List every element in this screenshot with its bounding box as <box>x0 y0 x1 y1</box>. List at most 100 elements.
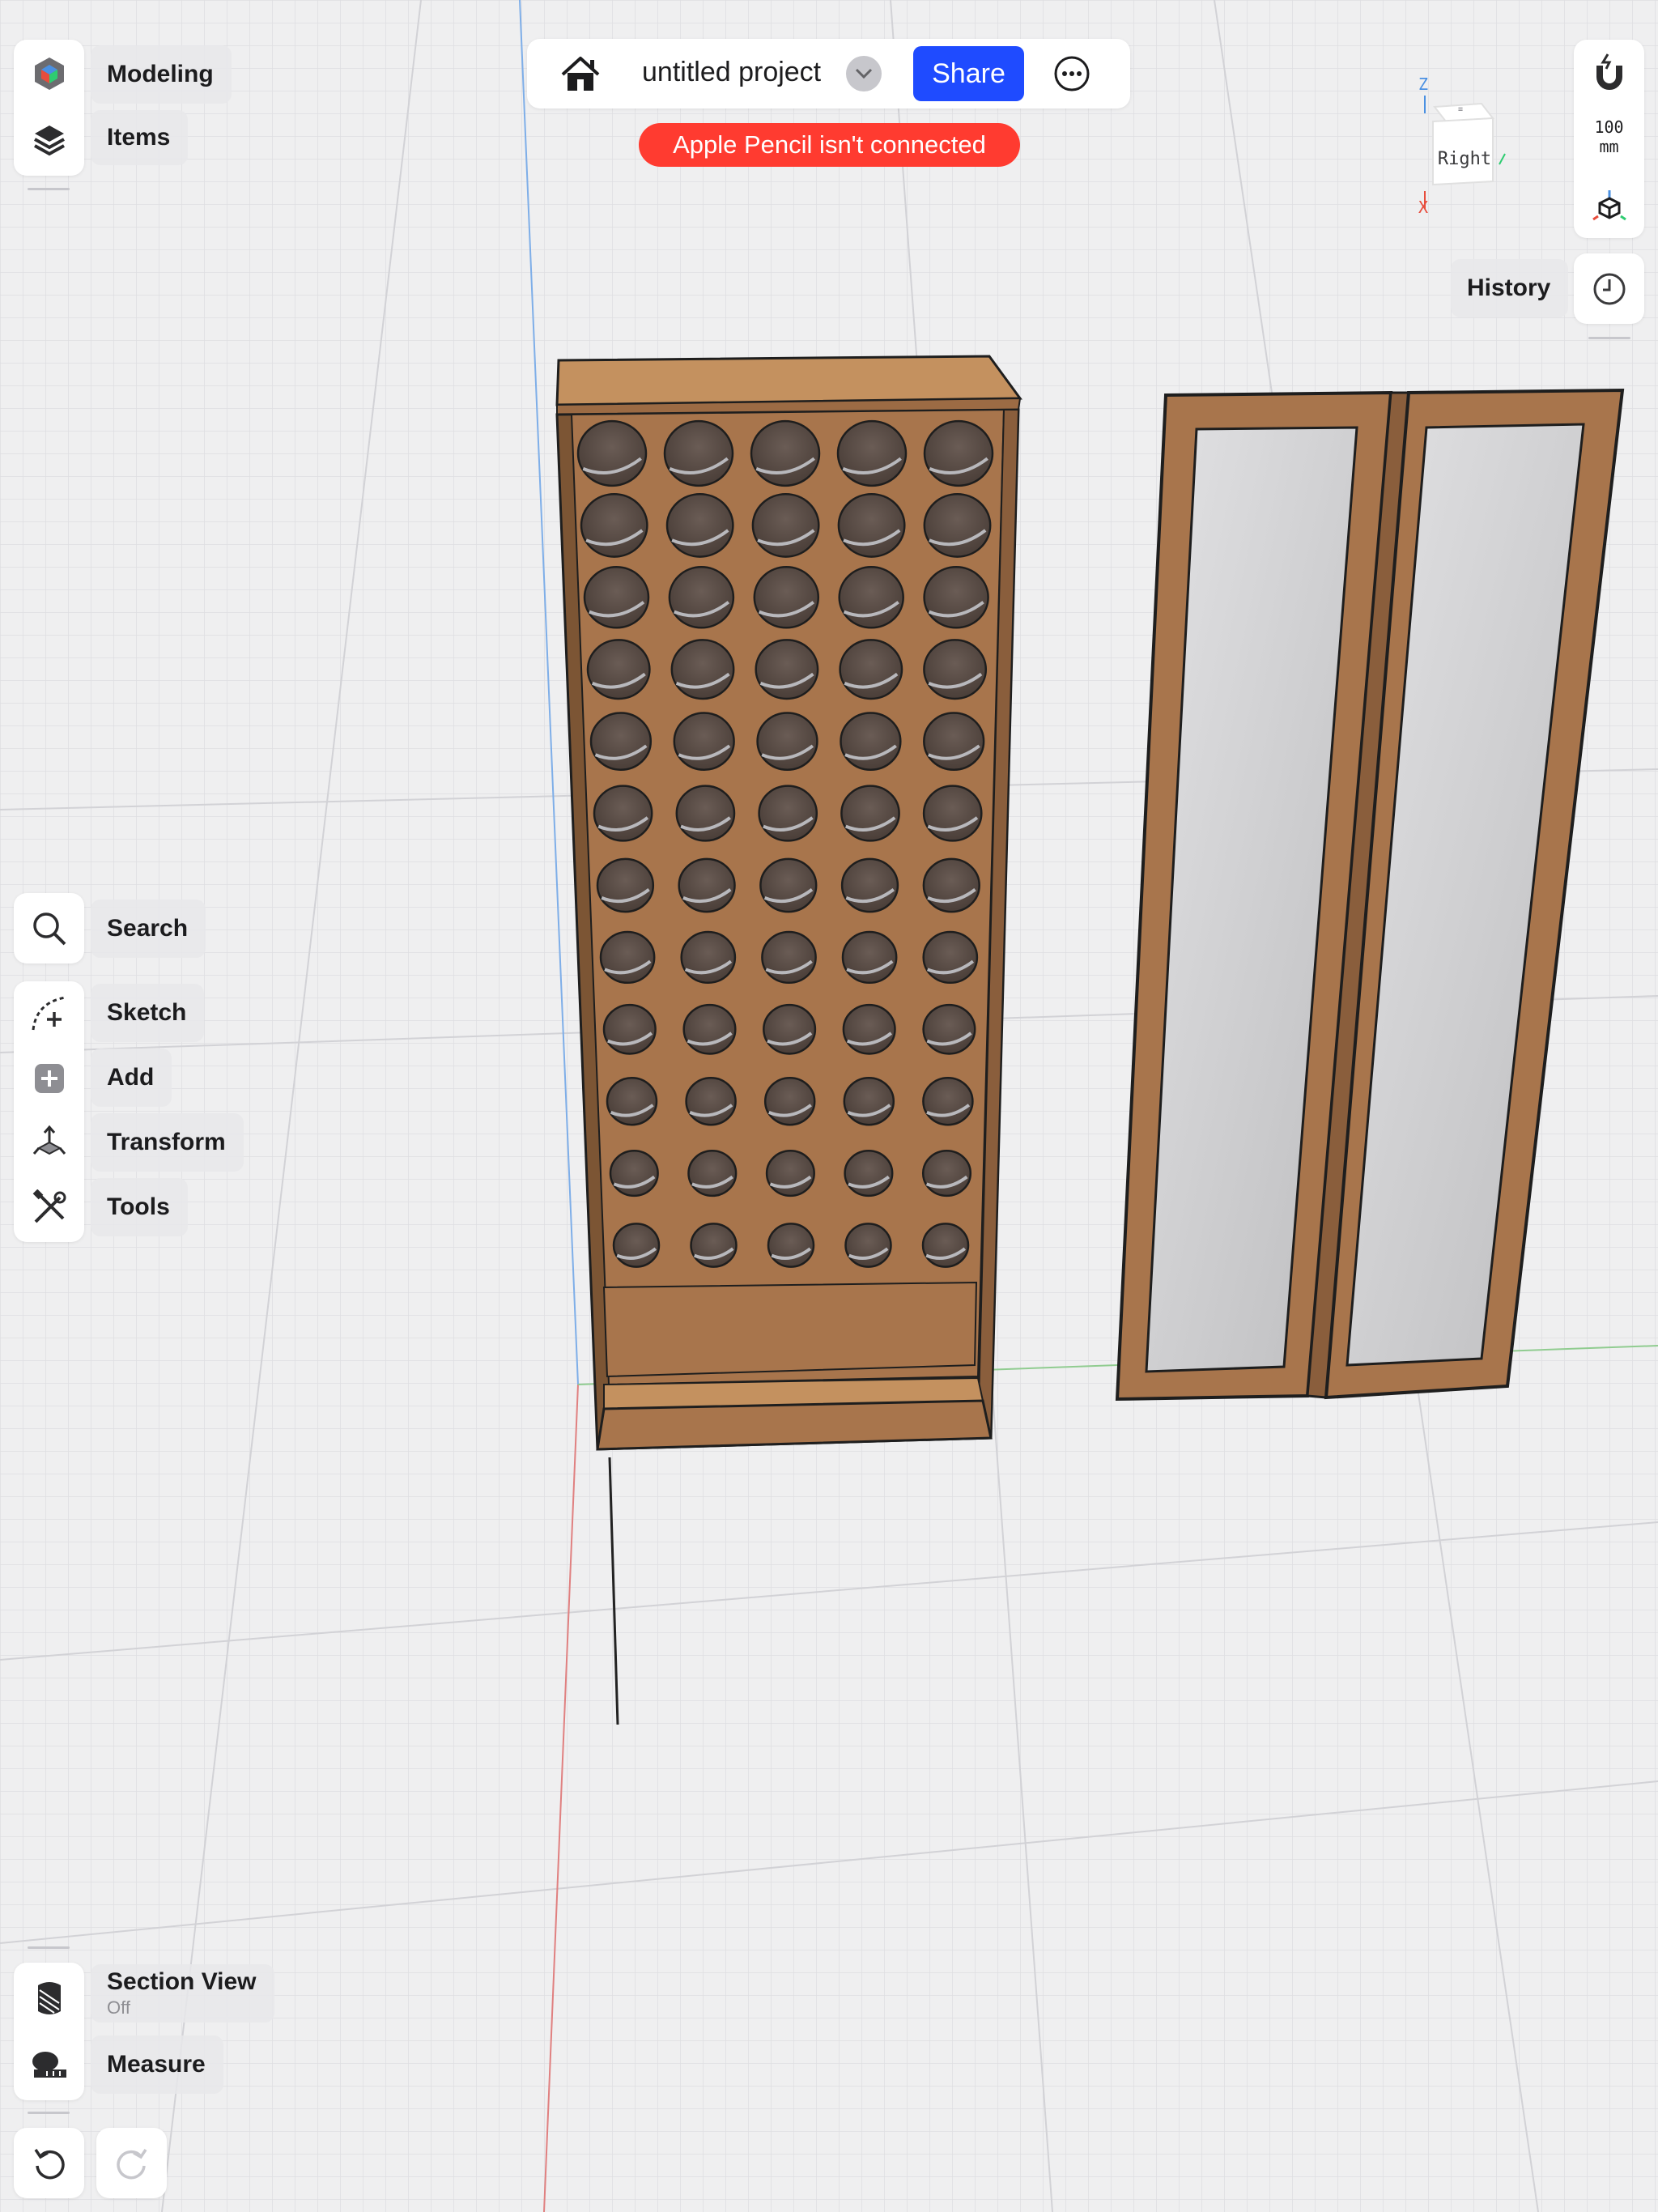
right-toolbar: 100 mm <box>1574 40 1644 238</box>
dispenser-hole <box>923 639 988 700</box>
redo-button[interactable] <box>96 2128 167 2198</box>
dispenser-hole <box>836 419 908 487</box>
tools-button[interactable] <box>14 1176 84 1240</box>
undo-icon-wrap <box>14 2131 84 2196</box>
share-button[interactable]: Share <box>913 46 1024 101</box>
modeling-label[interactable]: Modeling <box>91 45 232 104</box>
right-panel-divider <box>1588 337 1630 339</box>
sketch-label[interactable]: Sketch <box>91 984 205 1042</box>
measure-button[interactable] <box>14 2032 84 2097</box>
dispenser-hole <box>665 492 734 558</box>
add-icon <box>34 1064 64 1093</box>
svg-text:≡: ≡ <box>1458 105 1463 114</box>
view-cube-axis-z: Z <box>1418 74 1429 94</box>
view-cube-face-label: Right <box>1437 149 1492 169</box>
workspace-panel <box>14 40 84 176</box>
history-label[interactable]: History <box>1451 259 1569 317</box>
items-label[interactable]: Items <box>91 110 189 165</box>
dispenser-hole <box>612 1223 661 1268</box>
grid-size-button[interactable]: 100 mm <box>1574 117 1644 156</box>
dispenser-hole <box>576 419 648 487</box>
inspect-panel <box>14 1963 84 2100</box>
dispenser-hole <box>602 1003 657 1055</box>
home-icon <box>561 57 600 91</box>
dispenser-hole <box>750 419 821 487</box>
search-button[interactable] <box>14 896 84 961</box>
snap-button[interactable] <box>1574 40 1644 104</box>
chevron-down-icon <box>855 68 873 79</box>
history-icon-wrap <box>1574 257 1644 321</box>
dispenser-hole <box>922 930 979 985</box>
dispenser-hole <box>843 1076 895 1126</box>
project-toolbar: untitled project Share <box>527 39 1130 108</box>
dispenser-hole <box>580 492 648 558</box>
3d-viewport[interactable] <box>0 0 1658 2212</box>
items-button[interactable] <box>14 108 84 172</box>
transform-button[interactable] <box>14 1111 84 1176</box>
view-cube[interactable]: ≡ Z Right X <box>1404 71 1509 217</box>
section-view-status: Off <box>107 1997 130 2018</box>
project-title[interactable]: untitled project <box>642 57 821 88</box>
dispenser-hole <box>923 419 994 487</box>
dispenser-hole <box>761 930 817 985</box>
dispenser-hole <box>840 785 900 842</box>
home-button[interactable] <box>558 52 603 97</box>
view-mode-button[interactable] <box>1574 174 1644 239</box>
sketch-icon <box>32 996 66 1031</box>
modeling-button[interactable] <box>14 41 84 106</box>
undo-button[interactable] <box>14 2128 84 2198</box>
dispenser-hole <box>685 1076 737 1126</box>
view-cube-axis-x: X <box>1418 198 1429 217</box>
dispenser-hole <box>763 1076 816 1126</box>
dispenser-hole <box>841 930 898 985</box>
dispenser-hole <box>668 566 735 629</box>
bottom-divider-bottom <box>28 2112 70 2114</box>
dispenser-hole <box>690 1223 738 1268</box>
dispenser-hole <box>589 712 653 771</box>
search-label[interactable]: Search <box>91 900 206 958</box>
add-label[interactable]: Add <box>91 1049 172 1107</box>
dispenser-hole <box>682 1003 737 1055</box>
dispenser-hole <box>680 930 737 985</box>
dispenser-hole <box>599 930 656 985</box>
pencil-warning-banner: Apple Pencil isn't connected <box>639 123 1020 167</box>
dispenser-hole <box>839 639 903 700</box>
tools-label[interactable]: Tools <box>91 1178 188 1236</box>
dispenser-hole <box>609 1150 659 1197</box>
dispenser-hole <box>840 857 899 913</box>
add-button[interactable] <box>14 1046 84 1111</box>
panel-divider <box>28 188 70 190</box>
tools-panel <box>14 981 84 1242</box>
dispenser-hole <box>586 639 651 700</box>
section-view-icon <box>37 1982 61 2014</box>
section-view-button[interactable] <box>14 1966 84 2031</box>
project-menu-button[interactable] <box>846 56 882 91</box>
dispenser-hole <box>921 1223 970 1268</box>
dispenser-hole <box>678 857 736 913</box>
undo-icon <box>34 2149 65 2180</box>
tape-measure-icon <box>32 2052 66 2078</box>
dispenser-hole <box>583 566 650 629</box>
tools-icon <box>32 1189 66 1223</box>
dispenser-hole <box>922 1003 976 1055</box>
transform-label[interactable]: Transform <box>91 1113 244 1172</box>
sketch-button[interactable] <box>14 981 84 1046</box>
cabinet-model[interactable] <box>555 355 1022 1451</box>
dispenser-hole <box>922 785 983 842</box>
dispenser-hole <box>759 857 818 913</box>
dispenser-hole <box>758 785 818 842</box>
dispenser-hole <box>753 566 820 629</box>
search-icon <box>32 912 66 946</box>
history-button[interactable] <box>1574 253 1644 324</box>
section-view-label[interactable]: Section View Off <box>91 1964 274 2023</box>
clock-icon <box>1593 273 1625 305</box>
grid-size-value: 100 <box>1594 117 1624 137</box>
measure-label[interactable]: Measure <box>91 2035 223 2094</box>
modeling-cube-icon <box>34 57 64 90</box>
dispenser-hole <box>687 1150 738 1197</box>
dispenser-hole <box>767 1223 815 1268</box>
dispenser-hole <box>923 492 992 558</box>
more-options-button[interactable] <box>1053 55 1090 92</box>
dispenser-hole <box>923 566 989 629</box>
dispenser-hole <box>593 785 653 842</box>
